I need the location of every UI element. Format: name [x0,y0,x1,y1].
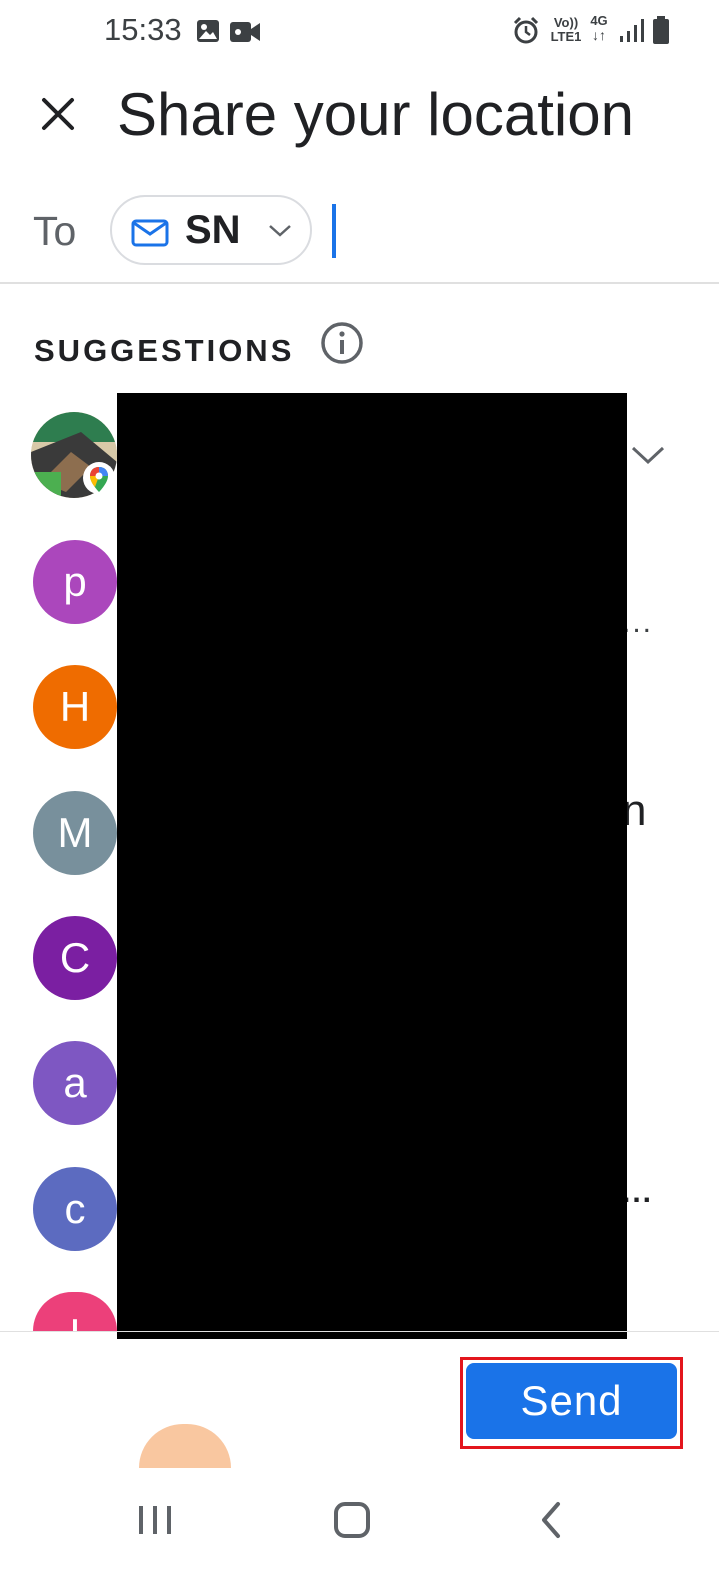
contact-avatar[interactable]: a [33,1041,117,1125]
divider [0,1331,719,1332]
close-icon[interactable] [36,92,80,136]
avatar-initial: a [63,1059,87,1106]
recipient-chip[interactable]: SN [110,195,312,265]
volte-bottom-label: LTE1 [550,29,582,44]
mail-icon [131,219,169,247]
avatar-initial: M [57,809,93,856]
self-avatar [139,1424,231,1468]
network-type-label: 4G [590,13,608,28]
contact-avatar[interactable]: H [33,665,117,749]
data-arrows: ↓↑ [592,27,606,43]
battery-icon [653,16,669,44]
back-icon[interactable] [534,1490,568,1550]
contact-avatar[interactable]: I [33,1292,117,1331]
info-icon[interactable] [320,321,364,365]
recent-apps-icon[interactable] [135,1490,175,1550]
expand-chevron-icon[interactable] [630,443,666,467]
avatar-initial: H [59,683,91,730]
contact-avatar[interactable]: c [33,1167,117,1251]
video-camera-icon [230,22,260,42]
home-icon[interactable] [332,1490,372,1550]
suggestions-heading: SUGGESTIONS [34,333,295,368]
chevron-down-icon [269,225,291,237]
page-title: Share your location [117,81,634,148]
avatar-initial: p [63,558,87,605]
send-button[interactable]: Send [466,1363,677,1439]
volte-top-label: Vo)) [553,15,579,30]
text-cursor[interactable] [332,204,336,258]
contact-avatar[interactable]: p [33,540,117,624]
divider [0,282,719,284]
avatar-initial: C [59,934,91,981]
4g-data-icon: 4G ↓↑ [588,13,610,43]
alarm-icon [513,16,539,44]
volte-icon: Vo)) LTE1 [549,16,583,44]
avatar-initial: I [69,1310,81,1331]
recipient-chip-label: SN [185,208,241,252]
contact-avatar[interactable]: M [33,791,117,875]
redaction-block [117,393,627,1339]
google-maps-icon [83,462,115,494]
avatar-initial: c [64,1185,86,1232]
gallery-icon [197,20,219,42]
signal-icon [620,19,644,42]
contact-avatar[interactable]: C [33,916,117,1000]
status-time: 15:33 [104,12,182,47]
to-label: To [33,208,77,254]
